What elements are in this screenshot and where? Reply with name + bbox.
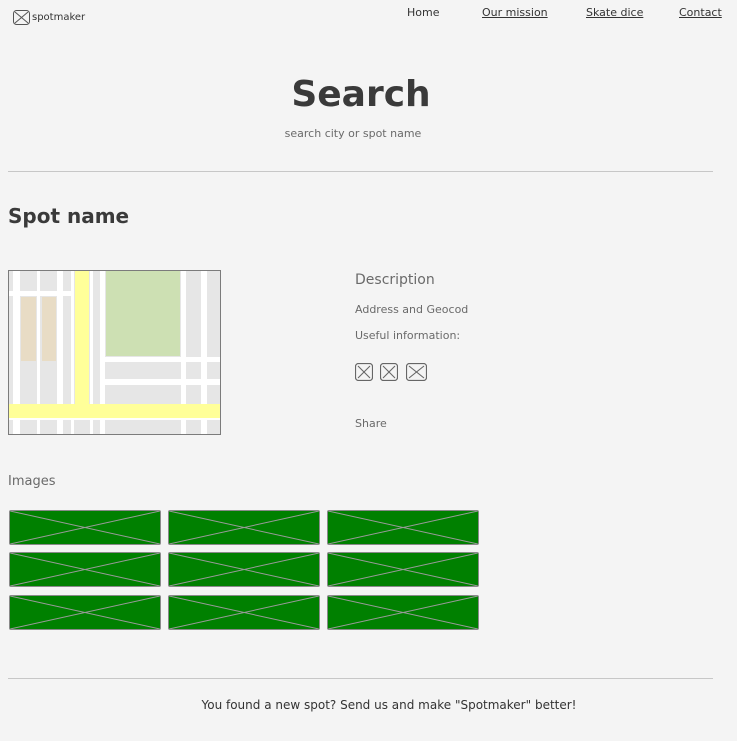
image-placeholder-icon[interactable] [380,363,398,381]
nav-our-mission[interactable]: Our mission [482,6,548,19]
image-thumbnail[interactable] [327,595,479,630]
divider-bottom [8,678,713,679]
share-link[interactable]: Share [355,417,387,430]
nav-skate-dice[interactable]: Skate dice [586,6,643,19]
address-text: Address and Geocod [355,303,469,316]
search-title: Search [291,74,431,115]
images-label: Images [8,474,56,489]
useful-info-text: Useful information: [355,329,461,342]
search-input[interactable] [253,122,453,144]
divider-top [8,171,713,172]
image-thumbnail[interactable] [168,552,320,587]
image-placeholder-icon[interactable] [355,363,373,381]
logo-text: spotmaker [32,12,86,23]
logo[interactable]: spotmaker [13,10,85,25]
spot-name: Spot name [8,204,130,228]
image-placeholder-icon[interactable] [406,363,427,381]
image-thumbnail[interactable] [9,595,161,630]
image-placeholder-icon [13,10,30,25]
image-thumbnail[interactable] [327,552,479,587]
nav-home[interactable]: Home [407,6,439,19]
page: spotmaker Home Our mission Skate dice Co… [0,0,737,741]
description-title: Description [355,272,435,288]
image-thumbnail[interactable] [168,595,320,630]
footer-text: You found a new spot? Send us and make "… [201,698,577,712]
nav-contact[interactable]: Contact [679,6,722,19]
image-thumbnail[interactable] [9,510,161,545]
map[interactable] [8,270,221,435]
image-thumbnail[interactable] [9,552,161,587]
image-thumbnail[interactable] [168,510,320,545]
image-thumbnail[interactable] [327,510,479,545]
